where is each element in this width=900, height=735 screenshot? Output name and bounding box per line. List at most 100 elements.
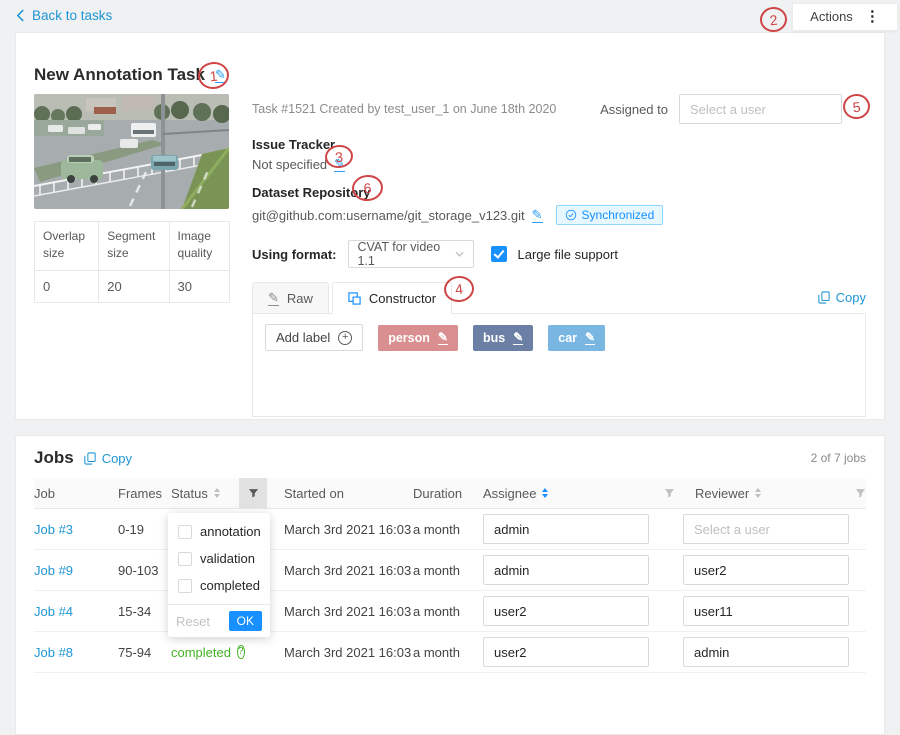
- reviewer-input[interactable]: [683, 596, 849, 626]
- filter-option-validation[interactable]: validation: [168, 545, 270, 572]
- task-preview-image: [34, 94, 229, 209]
- add-label-text: Add label: [276, 330, 330, 345]
- edit-label-icon[interactable]: ✎: [513, 331, 523, 345]
- status-cell: completed ?: [171, 645, 239, 660]
- status-filter-dropdown: annotation validation completed Reset OK: [168, 513, 270, 637]
- column-header-frames[interactable]: Frames: [118, 478, 171, 508]
- job-link[interactable]: Job #9: [34, 563, 118, 578]
- repository-url[interactable]: git@github.com:username/git_storage_v123…: [252, 208, 525, 223]
- jobs-table: Job Frames Status Started on Duration As…: [34, 478, 866, 673]
- task-meta-text: Task #1521 Created by test_user_1 on Jun…: [252, 102, 556, 116]
- frames-cell: 0-19: [118, 522, 171, 537]
- edit-task-name-icon[interactable]: ✎: [215, 68, 226, 83]
- jobs-count: 2 of 7 jobs: [811, 451, 866, 465]
- plus-circle-icon: +: [338, 331, 352, 345]
- assignee-filter-button[interactable]: [655, 478, 683, 508]
- table-row: Job #9 90-103 March 3rd 2021 16:03 a mon…: [34, 550, 866, 591]
- assignee-input[interactable]: [483, 637, 649, 667]
- status-filter-button[interactable]: [239, 478, 267, 508]
- edit-label-icon[interactable]: ✎: [585, 331, 595, 345]
- tab-constructor[interactable]: Constructor: [332, 282, 452, 314]
- task-details-card: New Annotation Task ✎: [15, 32, 885, 420]
- copy-icon: [818, 291, 830, 304]
- job-link[interactable]: Job #4: [34, 604, 118, 619]
- copy-labels-label: Copy: [836, 290, 866, 305]
- jobs-table-header: Job Frames Status Started on Duration As…: [34, 478, 866, 509]
- param-header-segment: Segment size: [99, 222, 169, 271]
- reviewer-input[interactable]: [683, 637, 849, 667]
- reviewer-input[interactable]: [683, 514, 849, 544]
- checkbox-validation[interactable]: [178, 552, 192, 566]
- issue-tracker-value: Not specified: [252, 157, 327, 172]
- duration-cell: a month: [413, 522, 483, 537]
- large-file-support-checkbox[interactable]: [491, 246, 507, 262]
- edit-label-icon[interactable]: ✎: [438, 331, 448, 345]
- filter-option-label: validation: [200, 551, 255, 566]
- table-row: Job #4 15-34 March 3rd 2021 16:03 a mont…: [34, 591, 866, 632]
- export-format-select[interactable]: CVAT for video 1.1: [348, 240, 474, 268]
- label-chip-person-name: person: [388, 331, 430, 345]
- label-chip-person[interactable]: person ✎: [378, 325, 458, 351]
- filter-ok-button[interactable]: OK: [229, 611, 262, 631]
- assignee-input[interactable]: [483, 555, 649, 585]
- task-title: New Annotation Task: [34, 65, 205, 85]
- duration-cell: a month: [413, 563, 483, 578]
- frames-cell: 75-94: [118, 645, 171, 660]
- actions-button[interactable]: Actions ⋮: [792, 3, 898, 31]
- label-chip-car[interactable]: car ✎: [548, 325, 605, 351]
- copy-jobs-link[interactable]: Copy: [84, 451, 132, 466]
- filter-option-annotation[interactable]: annotation: [168, 518, 270, 545]
- frames-cell: 15-34: [118, 604, 171, 619]
- back-to-tasks-link[interactable]: Back to tasks: [16, 8, 112, 23]
- column-header-job[interactable]: Job: [34, 478, 118, 508]
- export-format-value: CVAT for video 1.1: [358, 240, 455, 268]
- label-constructor-panel: Add label + person ✎ bus ✎ car ✎: [252, 314, 866, 417]
- pencil-icon: ✎: [268, 291, 279, 306]
- edit-issue-tracker-icon[interactable]: ✎: [334, 157, 345, 172]
- label-chip-bus-name: bus: [483, 331, 505, 345]
- assignee-input[interactable]: [483, 514, 649, 544]
- filter-funnel-icon: [248, 488, 259, 499]
- question-circle-icon[interactable]: ?: [237, 645, 245, 659]
- table-row: Job #8 75-94 completed ? March 3rd 2021 …: [34, 632, 866, 673]
- filter-reset-button[interactable]: Reset: [176, 614, 210, 629]
- add-label-button[interactable]: Add label +: [265, 324, 363, 351]
- sort-icon[interactable]: [755, 488, 761, 498]
- column-header-status[interactable]: Status: [171, 478, 239, 508]
- assignee-input[interactable]: [483, 596, 649, 626]
- column-header-reviewer[interactable]: Reviewer: [683, 478, 855, 508]
- sort-icon-active[interactable]: [542, 488, 548, 498]
- column-header-started[interactable]: Started on: [267, 478, 413, 508]
- started-cell: March 3rd 2021 16:03: [267, 645, 413, 660]
- tab-raw[interactable]: ✎ Raw: [252, 282, 329, 313]
- using-format-label: Using format:: [252, 247, 337, 262]
- reviewer-filter-button[interactable]: [855, 478, 866, 508]
- sync-status-badge[interactable]: Synchronized: [556, 205, 664, 225]
- label-chip-bus[interactable]: bus ✎: [473, 325, 533, 351]
- job-link[interactable]: Job #8: [34, 645, 118, 660]
- filter-option-completed[interactable]: completed: [168, 572, 270, 599]
- chevron-left-icon: [16, 9, 25, 22]
- filter-funnel-icon: [664, 488, 675, 499]
- edit-repository-icon[interactable]: ✎: [532, 208, 543, 223]
- param-value-overlap: 0: [35, 270, 99, 302]
- reviewer-input[interactable]: [683, 555, 849, 585]
- job-link[interactable]: Job #3: [34, 522, 118, 537]
- task-parameters-table: Overlap size Segment size Image quality …: [34, 221, 230, 303]
- tab-raw-label: Raw: [287, 291, 313, 306]
- started-cell: March 3rd 2021 16:03: [267, 604, 413, 619]
- large-file-support-label: Large file support: [518, 247, 618, 262]
- copy-icon: [84, 452, 96, 465]
- checkbox-completed[interactable]: [178, 579, 192, 593]
- check-circle-icon: [565, 209, 577, 221]
- table-row: Job #3 0-19 March 3rd 2021 16:03 a month: [34, 509, 866, 550]
- duration-cell: a month: [413, 604, 483, 619]
- copy-labels-link[interactable]: Copy: [818, 290, 866, 305]
- column-header-duration[interactable]: Duration: [413, 478, 483, 508]
- checkbox-annotation[interactable]: [178, 525, 192, 539]
- sort-icon[interactable]: [214, 488, 220, 498]
- column-header-assignee[interactable]: Assignee: [483, 478, 655, 508]
- param-value-segment: 20: [99, 270, 169, 302]
- assigned-to-input[interactable]: [679, 94, 842, 124]
- jobs-title: Jobs: [34, 448, 74, 468]
